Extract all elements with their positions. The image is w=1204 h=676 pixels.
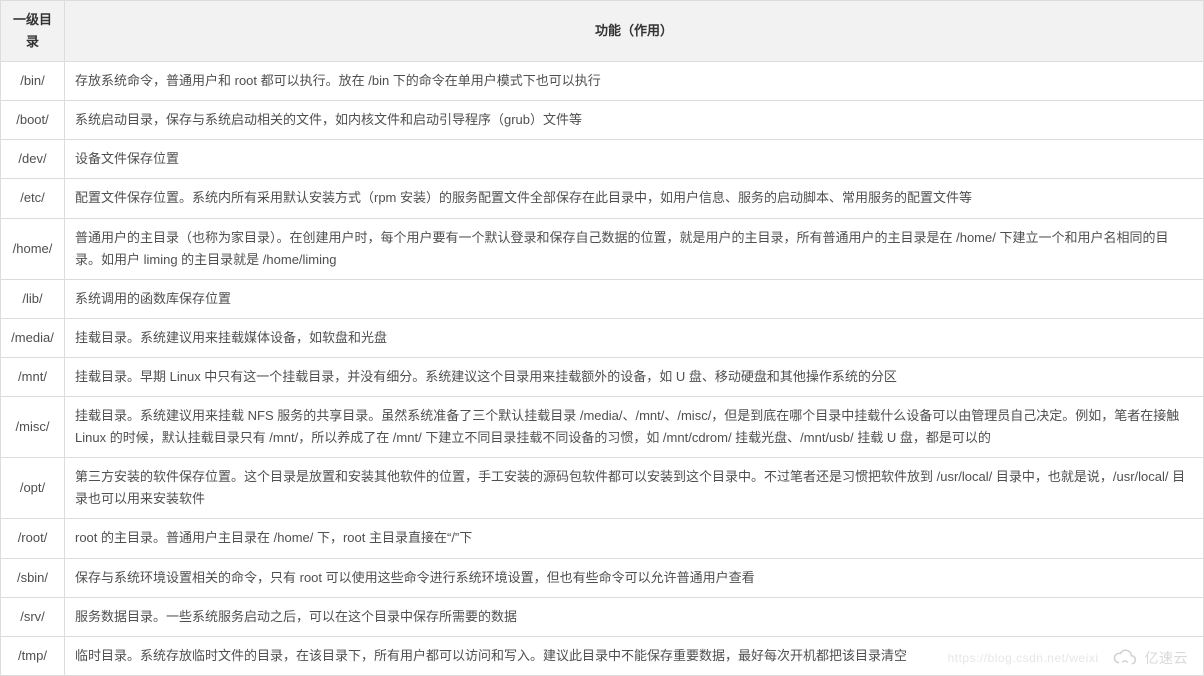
dir-cell: /boot/	[1, 101, 65, 140]
table-row: /misc/挂载目录。系统建议用来挂载 NFS 服务的共享目录。虽然系统准备了三…	[1, 397, 1204, 458]
desc-cell: 保存与系统环境设置相关的命令，只有 root 可以使用这些命令进行系统环境设置，…	[65, 558, 1204, 597]
desc-cell: root 的主目录。普通用户主目录在 /home/ 下，root 主目录直接在“…	[65, 519, 1204, 558]
desc-cell: 挂载目录。系统建议用来挂载媒体设备，如软盘和光盘	[65, 318, 1204, 357]
table-row: /tmp/临时目录。系统存放临时文件的目录，在该目录下，所有用户都可以访问和写入…	[1, 636, 1204, 675]
dir-cell: /home/	[1, 218, 65, 279]
dir-cell: /media/	[1, 318, 65, 357]
dir-cell: /root/	[1, 519, 65, 558]
table-header-row: 一级目录 功能（作用）	[1, 1, 1204, 62]
table-row: /srv/服务数据目录。一些系统服务启动之后，可以在这个目录中保存所需要的数据	[1, 597, 1204, 636]
desc-cell: 服务数据目录。一些系统服务启动之后，可以在这个目录中保存所需要的数据	[65, 597, 1204, 636]
desc-cell: 普通用户的主目录（也称为家目录）。在创建用户时，每个用户要有一个默认登录和保存自…	[65, 218, 1204, 279]
dir-cell: /bin/	[1, 62, 65, 101]
table-row: /sbin/保存与系统环境设置相关的命令，只有 root 可以使用这些命令进行系…	[1, 558, 1204, 597]
table-row: /bin/存放系统命令，普通用户和 root 都可以执行。放在 /bin 下的命…	[1, 62, 1204, 101]
dir-cell: /opt/	[1, 458, 65, 519]
table-row: /dev/设备文件保存位置	[1, 140, 1204, 179]
dir-cell: /tmp/	[1, 636, 65, 675]
table-body: /bin/存放系统命令，普通用户和 root 都可以执行。放在 /bin 下的命…	[1, 62, 1204, 676]
dir-cell: /dev/	[1, 140, 65, 179]
dir-cell: /misc/	[1, 397, 65, 458]
table-row: /mnt/挂载目录。早期 Linux 中只有这一个挂载目录，并没有细分。系统建议…	[1, 357, 1204, 396]
desc-cell: 挂载目录。早期 Linux 中只有这一个挂载目录，并没有细分。系统建议这个目录用…	[65, 357, 1204, 396]
table-row: /home/普通用户的主目录（也称为家目录）。在创建用户时，每个用户要有一个默认…	[1, 218, 1204, 279]
desc-cell: 第三方安装的软件保存位置。这个目录是放置和安装其他软件的位置，手工安装的源码包软…	[65, 458, 1204, 519]
desc-cell: 设备文件保存位置	[65, 140, 1204, 179]
table-row: /opt/第三方安装的软件保存位置。这个目录是放置和安装其他软件的位置，手工安装…	[1, 458, 1204, 519]
table-row: /etc/配置文件保存位置。系统内所有采用默认安装方式（rpm 安装）的服务配置…	[1, 179, 1204, 218]
desc-cell: 配置文件保存位置。系统内所有采用默认安装方式（rpm 安装）的服务配置文件全部保…	[65, 179, 1204, 218]
dir-cell: /sbin/	[1, 558, 65, 597]
dir-cell: /lib/	[1, 279, 65, 318]
table-row: /media/挂载目录。系统建议用来挂载媒体设备，如软盘和光盘	[1, 318, 1204, 357]
table-row: /lib/系统调用的函数库保存位置	[1, 279, 1204, 318]
desc-cell: 存放系统命令，普通用户和 root 都可以执行。放在 /bin 下的命令在单用户…	[65, 62, 1204, 101]
linux-directory-table: 一级目录 功能（作用） /bin/存放系统命令，普通用户和 root 都可以执行…	[0, 0, 1204, 676]
desc-cell: 系统调用的函数库保存位置	[65, 279, 1204, 318]
table-row: /root/root 的主目录。普通用户主目录在 /home/ 下，root 主…	[1, 519, 1204, 558]
table-row: /boot/系统启动目录，保存与系统启动相关的文件，如内核文件和启动引导程序（g…	[1, 101, 1204, 140]
dir-cell: /mnt/	[1, 357, 65, 396]
desc-cell: 系统启动目录，保存与系统启动相关的文件，如内核文件和启动引导程序（grub）文件…	[65, 101, 1204, 140]
desc-cell: 临时目录。系统存放临时文件的目录，在该目录下，所有用户都可以访问和写入。建议此目…	[65, 636, 1204, 675]
dir-cell: /srv/	[1, 597, 65, 636]
desc-cell: 挂载目录。系统建议用来挂载 NFS 服务的共享目录。虽然系统准备了三个默认挂载目…	[65, 397, 1204, 458]
header-directory: 一级目录	[1, 1, 65, 62]
dir-cell: /etc/	[1, 179, 65, 218]
header-function: 功能（作用）	[65, 1, 1204, 62]
